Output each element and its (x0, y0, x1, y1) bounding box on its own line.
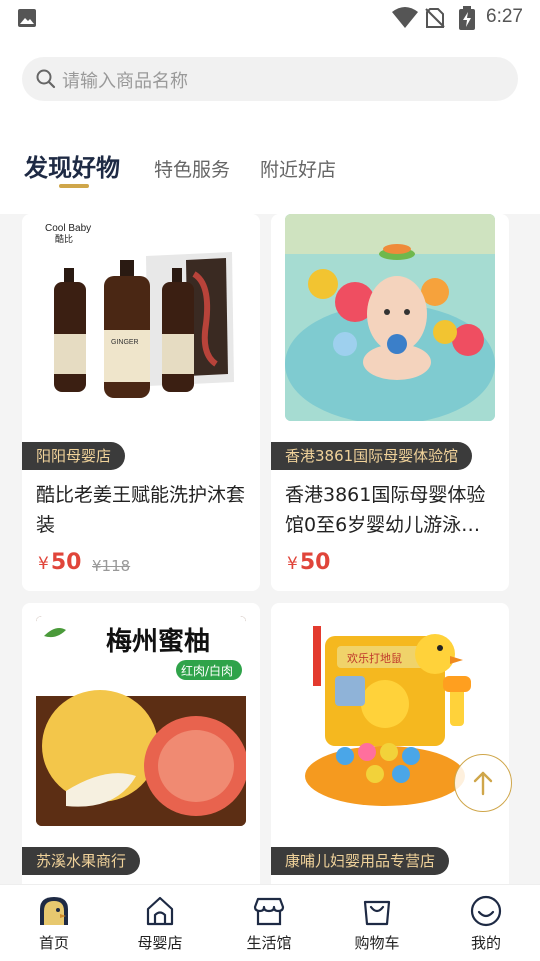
nav-label: 购物车 (354, 934, 400, 952)
nav-label: 首页 (38, 934, 69, 952)
bottom-nav: 首页 母婴店 生活馆 购物车 我的 (0, 884, 540, 961)
house-icon (146, 896, 174, 926)
nav-maternity-shop[interactable]: 母婴店 (115, 885, 205, 961)
product-image: Cool Baby 酷比 GINGER (36, 214, 246, 424)
home-duck-icon (40, 897, 68, 925)
image-icon (18, 9, 36, 27)
nav-home[interactable]: 首页 (9, 885, 99, 961)
tab-discover[interactable]: 发现好物 (24, 148, 120, 183)
product-card[interactable]: 香港3861国际母婴体验馆 香港3861国际母婴体验馆0至6岁婴幼儿游泳… ¥5… (271, 214, 509, 591)
product-image: 梅州蜜柚 红肉/白肉 (36, 616, 246, 826)
tab-nearby-shops[interactable]: 附近好店 (260, 155, 336, 182)
svg-text:GINGER: GINGER (111, 339, 139, 346)
product-price: ¥50 (287, 550, 330, 575)
nav-label: 生活馆 (246, 934, 292, 952)
status-time: 6:27 (486, 6, 523, 27)
nav-mine[interactable]: 我的 (441, 885, 531, 961)
nav-life-hall[interactable]: 生活馆 (224, 885, 314, 961)
product-title: 酷比老姜王赋能洗护沐套装 (36, 484, 246, 536)
product-card[interactable]: Cool Baby 酷比 GINGER 阳阳母婴店 酷比老姜王赋能洗护沐套装 ¥… (22, 214, 260, 591)
wifi-icon (392, 7, 418, 28)
price-value: 50 (299, 550, 331, 575)
original-price: ¥118 (92, 557, 131, 575)
shop-awning-icon (253, 897, 285, 926)
search-bar[interactable]: 请输入商品名称 (22, 57, 518, 101)
nav-cart[interactable]: 购物车 (332, 885, 422, 961)
currency-symbol: ¥ (287, 554, 298, 574)
product-card[interactable]: 梅州蜜柚 红肉/白肉 苏溪水果商行 (22, 603, 260, 903)
back-to-top-button[interactable] (454, 754, 512, 812)
search-placeholder: 请输入商品名称 (62, 71, 188, 92)
status-bar: 6:27 (0, 0, 540, 36)
no-sim-icon (425, 8, 445, 28)
shop-badge: 阳阳母婴店 (22, 442, 126, 470)
price-value: 50 (50, 550, 82, 575)
toy-label-text: 欢乐打地鼠 (347, 651, 402, 665)
arrow-up-icon (473, 771, 493, 796)
fruit-subtitle-text: 红肉/白肉 (181, 663, 233, 678)
currency-symbol: ¥ (38, 554, 49, 574)
product-card[interactable]: 欢乐打地鼠 康哺儿妇婴用品专营店 (271, 603, 509, 903)
shopping-bag-icon (363, 900, 391, 926)
nav-label: 母婴店 (137, 934, 183, 952)
shop-badge: 香港3861国际母婴体验馆 (271, 442, 473, 470)
tab-indicator (59, 184, 89, 188)
tab-special-services[interactable]: 特色服务 (154, 155, 230, 182)
smiley-icon (470, 895, 502, 927)
shop-badge: 苏溪水果商行 (22, 847, 141, 875)
product-price: ¥50 (38, 550, 81, 575)
nav-label: 我的 (470, 934, 501, 952)
brand-text-cn: 酷比 (55, 233, 73, 245)
fruit-title-text: 梅州蜜柚 (106, 626, 210, 657)
brand-text: Cool Baby (45, 223, 91, 234)
search-icon (36, 69, 56, 89)
battery-charging-icon (459, 6, 475, 30)
header: 请输入商品名称 发现好物 特色服务 附近好店 (0, 36, 540, 214)
product-image (285, 214, 495, 421)
shop-badge: 康哺儿妇婴用品专营店 (271, 847, 450, 875)
product-title: 香港3861国际母婴体验馆0至6岁婴幼儿游泳… (285, 484, 486, 536)
